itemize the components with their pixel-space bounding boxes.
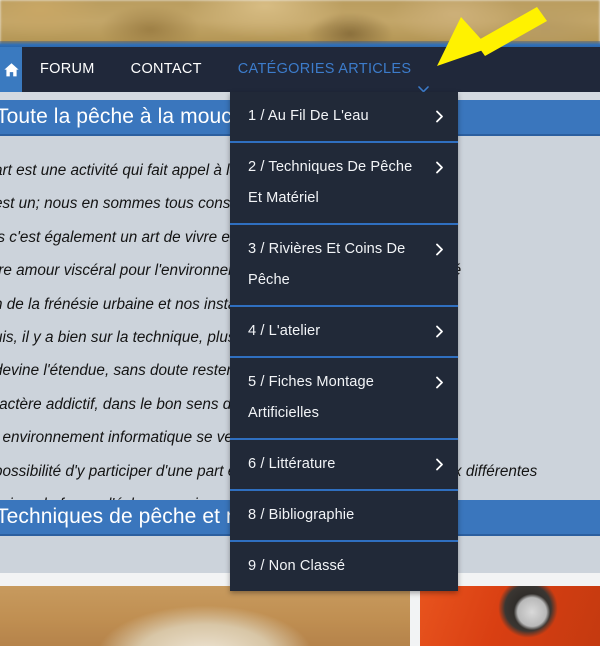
nav-item-forum[interactable]: FORUM <box>22 47 113 92</box>
dropdown-item-label: 5 / Fiches Montage Artificielles <box>248 374 374 421</box>
chevron-right-icon <box>435 458 444 471</box>
dropdown-item-9[interactable]: 9 / Non Classé <box>230 542 458 591</box>
dropdown-item-1[interactable]: 1 / Au Fil De L'eau <box>230 92 458 143</box>
page-title: Toute la pêche à la mouche <box>0 105 256 128</box>
nav-item-categories-articles[interactable]: CATÉGORIES ARTICLES <box>220 47 448 93</box>
dropdown-item-label: 3 / Rivières Et Coins De Pêche <box>248 241 406 288</box>
nav-item-label: CATÉGORIES ARTICLES <box>237 61 412 77</box>
dropdown-item-4[interactable]: 4 / L'atelier <box>230 307 458 358</box>
thumbnail-row <box>0 586 600 646</box>
dropdown-item-8[interactable]: 8 / Bibliographie <box>230 491 458 542</box>
home-icon <box>3 62 20 78</box>
hero-banner-image <box>0 0 600 47</box>
thumbnail-fly-tying-material[interactable] <box>0 586 410 646</box>
chevron-down-icon <box>418 67 430 93</box>
dropdown-item-6[interactable]: 6 / Littérature <box>230 440 458 491</box>
chevron-right-icon <box>435 243 444 256</box>
dropdown-item-label: 2 / Techniques De Pêche Et Matériel <box>248 159 413 206</box>
main-navigation-bar: FORUM CONTACT CATÉGORIES ARTICLES <box>0 47 600 93</box>
dropdown-item-label: 8 / Bibliographie <box>248 507 355 523</box>
dropdown-item-2[interactable]: 2 / Techniques De Pêche Et Matériel <box>230 143 458 225</box>
nav-home-button[interactable] <box>0 47 22 92</box>
dropdown-item-label: 1 / Au Fil De L'eau <box>248 108 369 124</box>
dropdown-item-label: 9 / Non Classé <box>248 558 346 574</box>
dropdown-item-3[interactable]: 3 / Rivières Et Coins De Pêche <box>230 225 458 307</box>
chevron-right-icon <box>435 376 444 389</box>
thumbnail-abrasive-disc[interactable] <box>420 586 600 646</box>
chevron-right-icon <box>435 110 444 123</box>
categories-dropdown-menu: 1 / Au Fil De L'eau 2 / Techniques De Pê… <box>230 92 458 591</box>
chevron-right-icon <box>435 161 444 174</box>
dropdown-item-5[interactable]: 5 / Fiches Montage Artificielles <box>230 358 458 440</box>
nav-links: FORUM CONTACT CATÉGORIES ARTICLES <box>22 47 448 93</box>
screenshot-root: Toute la pêche à la mouche art est une a… <box>0 0 600 646</box>
nav-item-contact[interactable]: CONTACT <box>113 47 220 92</box>
dropdown-item-label: 4 / L'atelier <box>248 323 321 339</box>
dropdown-item-label: 6 / Littérature <box>248 456 336 472</box>
chevron-right-icon <box>435 325 444 338</box>
